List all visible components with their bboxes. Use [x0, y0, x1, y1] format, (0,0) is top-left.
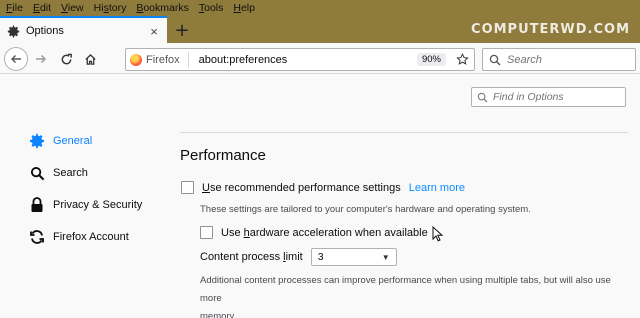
forward-button[interactable]	[30, 48, 52, 70]
menu-help[interactable]: Help	[227, 1, 255, 15]
firefox-logo-icon	[130, 53, 142, 66]
gear-icon	[6, 24, 20, 38]
sidebar-item-search[interactable]: Search	[28, 157, 168, 189]
content-process-description: Additional content processes can improve…	[200, 275, 611, 318]
menu-tools[interactable]: Tools	[193, 1, 224, 15]
search-icon	[477, 92, 488, 103]
find-placeholder: Find in Options	[493, 91, 564, 103]
search-icon	[489, 54, 501, 65]
mouse-cursor-icon	[432, 226, 444, 242]
menu-bar: File Edit View History Bookmarks Tools H…	[0, 0, 259, 15]
content-process-limit-row: Content process limit 3 ▼	[200, 248, 397, 266]
select-value: 3	[317, 251, 324, 263]
sidebar-item-label: Search	[53, 167, 88, 179]
category-sidebar: General Search Privacy & Security Firefo…	[28, 125, 168, 253]
sidebar-item-privacy-security[interactable]: Privacy & Security	[28, 189, 168, 221]
hardware-acceleration-label[interactable]: Use hardware acceleration when available	[221, 227, 428, 239]
reload-icon	[61, 53, 72, 64]
find-in-options-input[interactable]: Find in Options	[471, 87, 626, 107]
search-placeholder: Search	[507, 53, 542, 66]
identity-box[interactable]: Firefox	[130, 51, 189, 68]
menu-bookmarks[interactable]: Bookmarks	[130, 1, 189, 15]
bookmark-star-icon[interactable]	[454, 52, 470, 68]
new-tab-button[interactable]: +	[172, 20, 192, 41]
hardware-acceleration-checkbox[interactable]	[200, 226, 213, 239]
menu-file[interactable]: File	[0, 1, 23, 15]
home-button[interactable]	[79, 48, 101, 70]
tab-title: Options	[26, 25, 64, 37]
recommended-settings-description: These settings are tailored to your comp…	[200, 204, 531, 215]
menu-history[interactable]: History	[88, 1, 127, 15]
close-icon[interactable]: ×	[147, 24, 161, 39]
zoom-level-button[interactable]: 90%	[416, 53, 446, 66]
sidebar-item-label: Firefox Account	[53, 231, 129, 243]
back-arrow-icon	[11, 55, 21, 63]
content-process-limit-label: Content process limit	[200, 251, 303, 263]
url-bar[interactable]: Firefox about:preferences 90%	[125, 48, 475, 71]
menu-edit[interactable]: Edit	[27, 1, 51, 15]
sidebar-item-label: General	[53, 135, 93, 147]
section-divider	[180, 132, 628, 133]
sidebar-item-firefox-account[interactable]: Firefox Account	[28, 221, 168, 253]
lock-icon	[28, 196, 46, 214]
section-title-performance: Performance	[180, 147, 266, 164]
search-icon	[28, 164, 46, 182]
recommended-settings-checkbox[interactable]	[181, 181, 194, 194]
recommended-settings-label[interactable]: Use recommended performance settings	[202, 182, 401, 194]
recommended-settings-row: Use recommended performance settings Lea…	[181, 181, 465, 194]
search-bar[interactable]: Search	[482, 48, 636, 71]
reload-button[interactable]	[55, 48, 77, 70]
preferences-page: Find in Options General Search Privacy &…	[0, 75, 640, 318]
menu-view[interactable]: View	[55, 1, 84, 15]
sidebar-item-general[interactable]: General	[28, 125, 168, 157]
sync-icon	[28, 228, 46, 246]
home-icon	[84, 53, 96, 65]
sidebar-item-label: Privacy & Security	[53, 199, 143, 211]
identity-label: Firefox	[146, 53, 180, 66]
back-button[interactable]	[4, 47, 28, 71]
watermark-text: COMPUTERWD.COM	[471, 22, 630, 37]
nav-toolbar: Firefox about:preferences 90% Search	[0, 44, 640, 74]
content-process-limit-select[interactable]: 3 ▼	[310, 248, 397, 266]
chevron-down-icon: ▼	[381, 252, 390, 262]
titlebar: File Edit View History Bookmarks Tools H…	[0, 0, 640, 44]
gear-icon	[28, 132, 46, 150]
forward-arrow-icon	[36, 55, 46, 63]
url-text[interactable]: about:preferences	[189, 54, 417, 66]
learn-more-link[interactable]: Learn more	[409, 182, 465, 194]
tab-options[interactable]: Options ×	[0, 16, 167, 44]
hardware-acceleration-row: Use hardware acceleration when available	[200, 226, 428, 239]
